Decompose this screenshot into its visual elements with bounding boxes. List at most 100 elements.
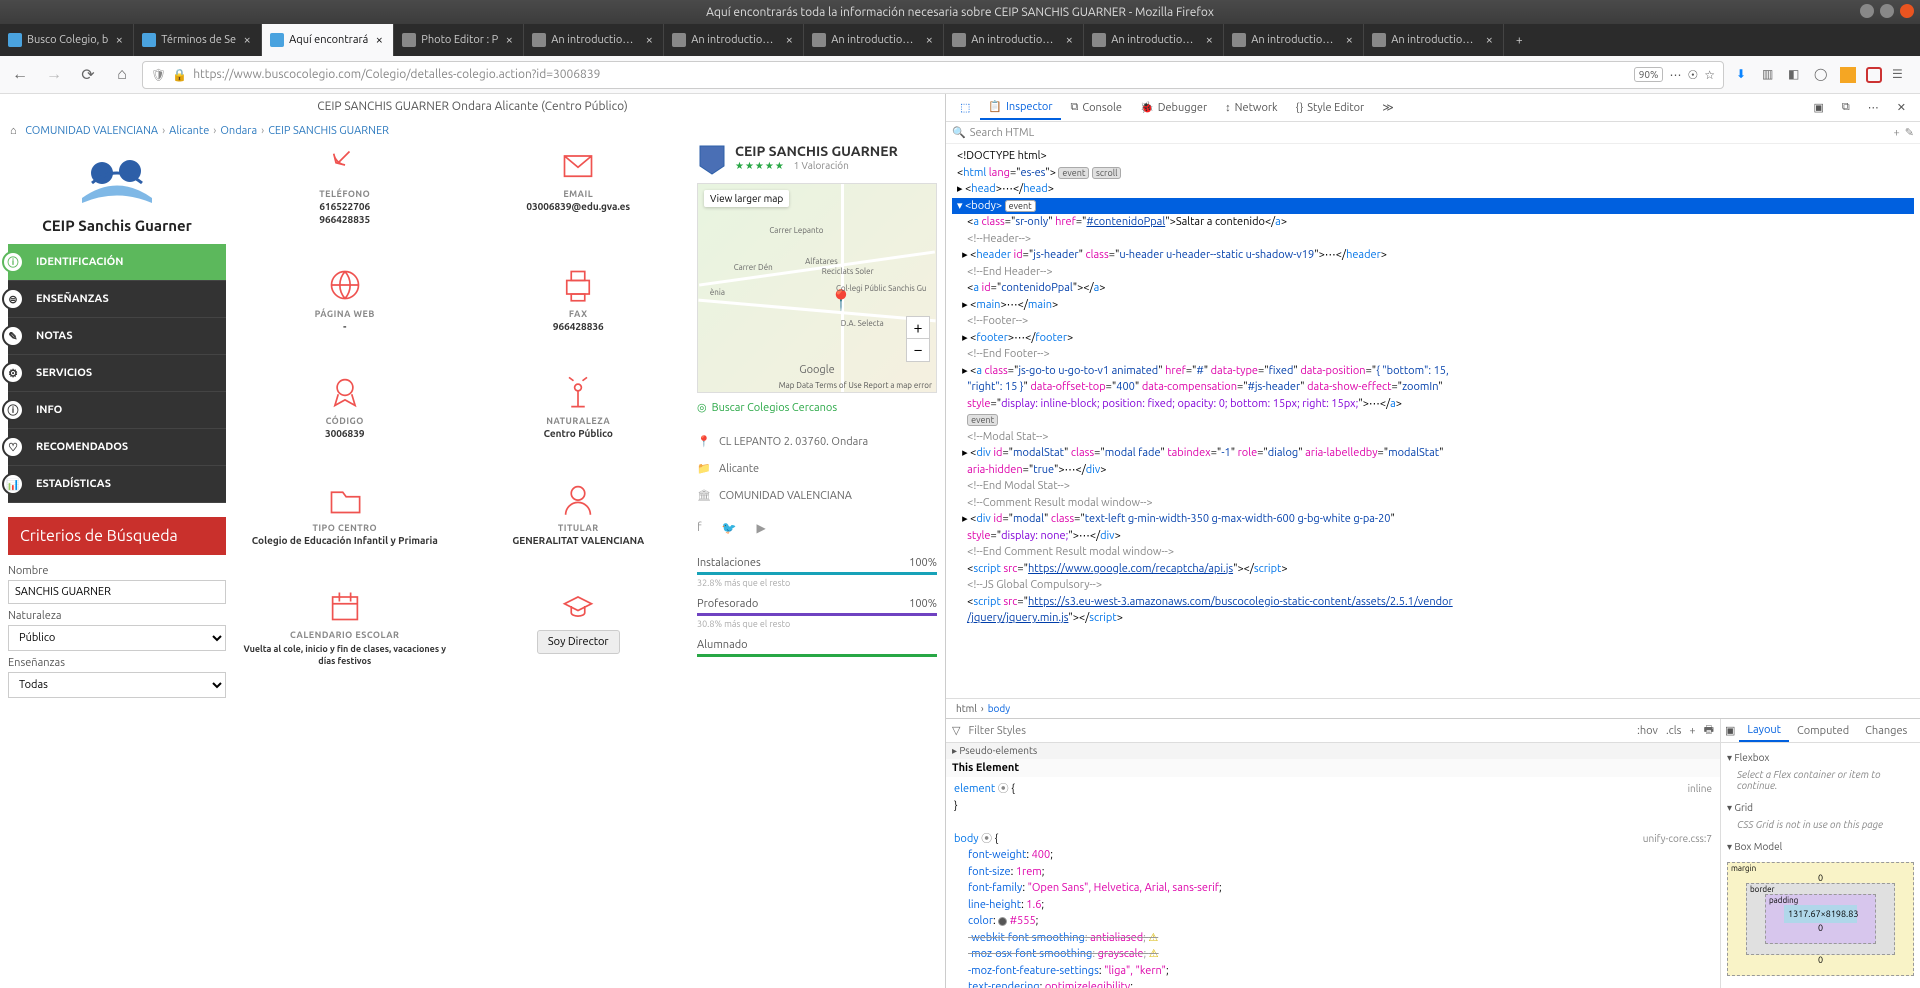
dock-button[interactable]: ⧉ [1834,96,1858,119]
tab-close-icon[interactable]: × [1203,34,1215,46]
devtools-tab-inspector[interactable]: 📋 Inspector [980,95,1060,120]
browser-tab[interactable]: Busco Colegio, b× [0,24,134,56]
breadcrumb-link[interactable]: Ondara [220,125,257,137]
browser-tab[interactable]: An introduction to× [1084,24,1224,56]
tab-close-icon[interactable]: × [241,34,253,46]
print-sim-button[interactable]: 🖶 [1704,721,1714,740]
ext2-icon[interactable] [1866,67,1882,83]
home-icon[interactable]: ⌂ [10,125,17,137]
tab-close-icon[interactable]: × [1343,34,1355,46]
tab-close-icon[interactable]: × [923,34,935,46]
twitter-icon[interactable]: 🐦 [722,521,737,535]
dom-search[interactable]: 🔍 Search HTML + ✎ [946,122,1920,144]
add-rule-button[interactable]: + [1689,725,1695,737]
downloads-icon[interactable]: ⬇ [1736,67,1752,83]
sidenav-item[interactable]: ⓘINFO [8,392,226,429]
devtools-close-button[interactable]: ✕ [1889,96,1914,119]
tab-close-icon[interactable]: × [1063,34,1075,46]
map-zoom-out-button[interactable]: − [907,339,929,361]
devtools-tab-network[interactable]: ↕ Network [1217,97,1285,119]
dom-tree[interactable]: <!DOCTYPE html> <html lang="es-es"> even… [946,144,1920,698]
sidenav-item[interactable]: ⓘIDENTIFICACIÓN [8,244,226,281]
window-minimize-button[interactable] [1860,4,1874,18]
devtools-overflow-button[interactable]: ≫ [1374,96,1402,119]
browser-tab[interactable]: Términos de Se× [134,24,262,56]
breadcrumb-link[interactable]: COMUNIDAD VALENCIANA [25,125,158,137]
css-property[interactable]: text-rendering: optimizelegibility; [954,979,1712,988]
cls-button[interactable]: .cls [1666,725,1681,737]
menu-icon[interactable]: ☰ [1892,67,1908,83]
css-property[interactable]: -moz-osx-font-smoothing: grayscale; ⚠ [954,946,1712,963]
tab-close-icon[interactable]: × [503,34,515,46]
boxmodel-icon-button[interactable]: ▣ [1721,720,1739,741]
rules-list[interactable]: element ⦿ {inline } body ⦿ {unify-core.c… [946,777,1720,988]
soy-director-button[interactable]: Soy Director [537,630,620,654]
css-property[interactable]: line-height: 1.6; [954,897,1712,914]
youtube-icon[interactable]: ▶ [757,521,766,535]
css-property[interactable]: -moz-font-feature-settings: "liga", "ker… [954,963,1712,980]
browser-tab[interactable]: Photo Editor : P× [394,24,524,56]
forward-button[interactable]: → [40,61,68,89]
inspector-pick-button[interactable]: ⬚ [952,96,978,119]
new-tab-button[interactable]: + [1504,24,1534,56]
layout-overflow[interactable]: ▾ [1915,720,1920,741]
home-button[interactable]: ⌂ [108,61,136,89]
ensenanzas-select[interactable]: Todas [8,672,226,698]
nombre-input[interactable] [8,580,226,604]
devtools-tab-debugger[interactable]: 🐞 Debugger [1132,96,1215,119]
tab-close-icon[interactable]: × [113,34,125,46]
reload-button[interactable]: ⟳ [74,61,102,89]
boxmodel-diagram[interactable]: margin0 border padding 1317.67×8198.83 0… [1727,862,1914,976]
css-property[interactable]: font-weight: 400; [954,847,1712,864]
tab-close-icon[interactable]: × [1483,34,1495,46]
dom-breadcrumbs[interactable]: html › body [946,698,1920,718]
layout-tab[interactable]: Layout [1739,720,1789,742]
boxmodel-section[interactable]: ▾ Box Model [1727,838,1914,856]
account-icon[interactable]: ◯ [1814,67,1830,83]
map-attribution[interactable]: Map Data Terms of Use Report a map error [779,381,932,390]
browser-tab[interactable]: An introduction to× [1224,24,1364,56]
window-maximize-button[interactable] [1880,4,1894,18]
eyedropper-button[interactable]: ✎ [1905,126,1914,139]
devtools-tab-styleeditor[interactable]: {} Style Editor [1288,97,1373,119]
sidenav-item[interactable]: ♡RECOMENDADOS [8,429,226,466]
browser-tab[interactable]: Aquí encontrará× [262,24,394,56]
back-button[interactable]: ← [6,61,34,89]
map[interactable]: View larger map 📍 AlfataresReciclats Sol… [697,183,937,393]
grid-section[interactable]: ▾ Grid [1727,799,1914,817]
devtools-tab-console[interactable]: ⧉ Console [1063,96,1130,119]
computed-tab[interactable]: Computed [1789,721,1857,741]
tab-close-icon[interactable]: × [373,34,385,46]
url-bar[interactable]: 🛡 🔒 https://www.buscocolegio.com/Colegio… [142,61,1724,89]
browser-tab[interactable]: An introduction to× [524,24,664,56]
bookmark-star-icon[interactable]: ☆ [1704,68,1715,82]
library-icon[interactable]: ▥ [1762,67,1778,83]
browser-tab[interactable]: An introduction to× [804,24,944,56]
sidenav-item[interactable]: ✎NOTAS [8,318,226,355]
css-property[interactable]: font-size: 1rem; [954,864,1712,881]
css-property[interactable]: -webkit-font-smoothing: antialiased; ⚠ [954,930,1712,947]
browser-tab[interactable]: An introduction to× [664,24,804,56]
sidebar-icon[interactable]: ◧ [1788,67,1804,83]
flexbox-section[interactable]: ▾ Flexbox [1727,749,1914,767]
facebook-icon[interactable]: f [697,521,702,535]
css-property[interactable]: font-family: "Open Sans", Helvetica, Ari… [954,880,1712,897]
hov-button[interactable]: :hov [1637,725,1658,737]
filter-styles-input[interactable] [968,725,1629,737]
view-larger-map-button[interactable]: View larger map [704,190,789,207]
sidenav-item[interactable]: ⚙SERVICIOS [8,355,226,392]
responsive-design-button[interactable]: ▣ [1806,96,1832,119]
devtools-menu-button[interactable]: ⋯ [1860,96,1887,119]
window-close-button[interactable] [1900,4,1914,18]
tab-close-icon[interactable]: × [783,34,795,46]
buscar-cercanos-link[interactable]: ◎ Buscar Colegios Cercanos [697,401,937,414]
page-actions-icon[interactable]: ⋯ [1669,68,1681,82]
pseudo-elements-section[interactable]: ▸ Pseudo-elements [946,743,1720,759]
browser-tab[interactable]: An introduction to× [1364,24,1504,56]
changes-tab[interactable]: Changes [1857,721,1915,741]
breadcrumb-link[interactable]: CEIP SANCHIS GUARNER [268,125,389,137]
map-zoom-in-button[interactable]: + [907,317,929,339]
breadcrumb-link[interactable]: Alicante [169,125,209,137]
sidenav-item[interactable]: ⊜ENSEÑANZAS [8,281,226,318]
reader-icon[interactable]: ☉ [1687,68,1698,82]
